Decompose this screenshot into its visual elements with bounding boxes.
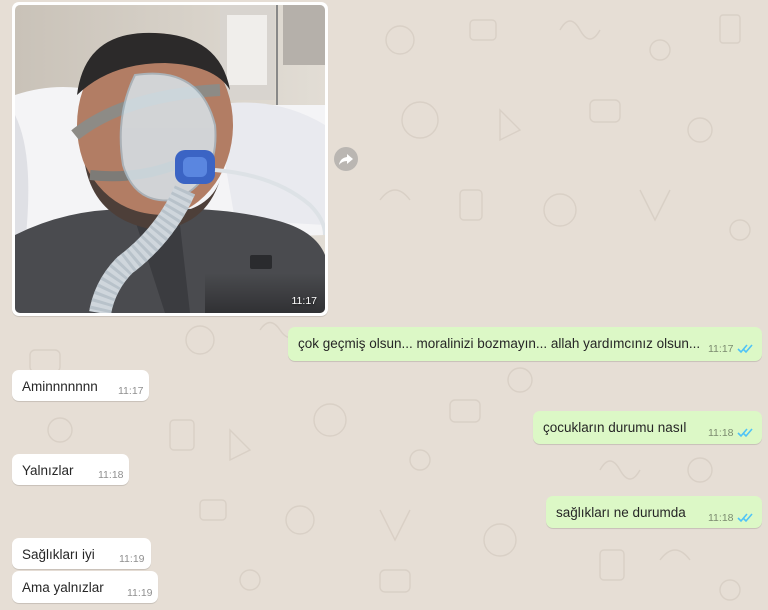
double-check-icon [737, 428, 753, 438]
message-timestamp: 11:19 [127, 587, 153, 599]
message-text: Sağlıkları iyi [22, 547, 95, 562]
message-text: çok geçmiş olsun... moralinizi bozmayın.… [298, 336, 701, 351]
message-timestamp: 11:18 [708, 427, 734, 439]
photo-message[interactable]: 11:17 [12, 2, 328, 316]
message-text: Aminnnnnnn [22, 379, 98, 394]
double-check-icon [737, 344, 753, 354]
message-text: çocukların durumu nasıl [543, 420, 687, 435]
message-timestamp: 11:18 [708, 512, 734, 524]
outgoing-message[interactable]: çocukların durumu nasıl 11:18 [533, 411, 762, 444]
message-timestamp: 11:17 [708, 343, 734, 355]
incoming-message[interactable]: Aminnnnnnn 11:17 [12, 370, 149, 401]
incoming-message[interactable]: Ama yalnızlar 11:19 [12, 571, 158, 603]
message-photo[interactable]: 11:17 [15, 5, 325, 313]
hospital-patient-photo [15, 5, 325, 313]
incoming-message[interactable]: Sağlıkları iyi 11:19 [12, 538, 151, 569]
outgoing-message[interactable]: çok geçmiş olsun... moralinizi bozmayın.… [288, 327, 762, 361]
incoming-message[interactable]: Yalnızlar 11:18 [12, 454, 129, 485]
message-timestamp: 11:19 [119, 553, 145, 565]
double-check-icon [737, 513, 753, 523]
message-text: sağlıkları ne durumda [556, 505, 686, 520]
message-timestamp: 11:18 [98, 469, 124, 481]
forward-icon [339, 154, 353, 165]
photo-time-shade [205, 273, 325, 313]
message-text: Yalnızlar [22, 463, 74, 478]
forward-button[interactable] [334, 147, 358, 171]
photo-timestamp: 11:17 [291, 295, 318, 307]
message-text: Ama yalnızlar [22, 580, 104, 595]
outgoing-message[interactable]: sağlıkları ne durumda 11:18 [546, 496, 762, 528]
message-timestamp: 11:17 [118, 385, 144, 397]
